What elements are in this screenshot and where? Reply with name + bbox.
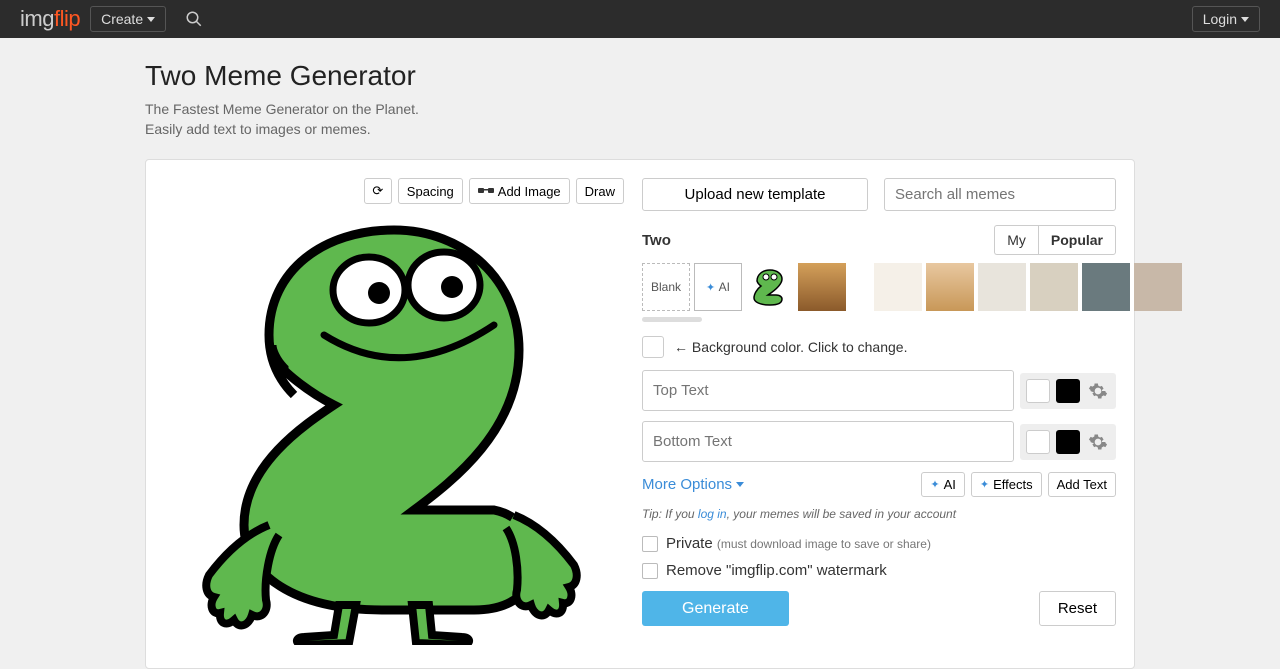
- draw-button[interactable]: Draw: [576, 178, 624, 204]
- scrollbar-thumb[interactable]: [642, 317, 702, 322]
- template-thumb[interactable]: [978, 263, 1026, 311]
- create-menu[interactable]: Create: [90, 6, 166, 32]
- generator-panel: ⟳ Spacing Add Image Draw: [145, 159, 1135, 669]
- template-thumb[interactable]: [1082, 263, 1130, 311]
- private-checkbox[interactable]: [642, 536, 658, 552]
- gear-icon[interactable]: [1086, 430, 1110, 454]
- effects-button[interactable]: ✦Effects: [971, 472, 1042, 497]
- text-color-white[interactable]: [1026, 430, 1050, 454]
- meme-canvas[interactable]: [164, 210, 624, 650]
- chevron-down-icon: [736, 482, 744, 487]
- outline-color-black[interactable]: [1056, 379, 1080, 403]
- current-template-name: Two: [642, 232, 671, 249]
- search-memes-input[interactable]: [884, 178, 1116, 211]
- tab-popular[interactable]: Popular: [1038, 225, 1116, 255]
- search-icon[interactable]: [184, 9, 204, 29]
- bgcolor-swatch[interactable]: [642, 336, 664, 358]
- chevron-down-icon: [147, 17, 155, 22]
- glasses-icon: [478, 186, 494, 196]
- gear-icon[interactable]: [1086, 379, 1110, 403]
- tab-my[interactable]: My: [994, 225, 1038, 255]
- template-thumb[interactable]: [874, 263, 922, 311]
- upload-template-button[interactable]: Upload new template: [642, 178, 868, 211]
- login-tip: Tip: If you log in, your memes will be s…: [642, 507, 1116, 521]
- private-label: Private (must download image to save or …: [666, 535, 931, 552]
- text-color-white[interactable]: [1026, 379, 1050, 403]
- rotate-button[interactable]: ⟳: [364, 178, 392, 204]
- template-blank[interactable]: Blank: [642, 263, 690, 311]
- chevron-down-icon: [1241, 17, 1249, 22]
- page-subtitle: The Fastest Meme Generator on the Planet…: [145, 100, 445, 139]
- login-link[interactable]: log in: [698, 507, 727, 521]
- template-strip: Blank ✦ AI: [642, 263, 1116, 311]
- logo[interactable]: imgflip: [20, 6, 80, 32]
- template-thumb[interactable]: [1134, 263, 1182, 311]
- ai-button[interactable]: ✦AI: [921, 472, 965, 497]
- bottom-text-input[interactable]: [642, 421, 1014, 462]
- template-thumb[interactable]: [926, 263, 974, 311]
- top-nav: imgflip Create Login: [0, 0, 1280, 38]
- bgcolor-hint: ← Background color. Click to change.: [674, 339, 907, 355]
- two-character-image: [184, 215, 604, 645]
- generate-button[interactable]: Generate: [642, 591, 789, 626]
- add-text-button[interactable]: Add Text: [1048, 472, 1116, 497]
- login-menu[interactable]: Login: [1192, 6, 1260, 32]
- reset-button[interactable]: Reset: [1039, 591, 1116, 626]
- add-image-button[interactable]: Add Image: [469, 178, 570, 204]
- template-thumb[interactable]: [1030, 263, 1078, 311]
- top-text-input[interactable]: [642, 370, 1014, 411]
- template-thumb[interactable]: [746, 263, 794, 311]
- watermark-checkbox[interactable]: [642, 563, 658, 579]
- template-thumb[interactable]: [798, 263, 846, 311]
- more-options-toggle[interactable]: More Options: [642, 476, 744, 493]
- page-title: Two Meme Generator: [145, 60, 1135, 92]
- outline-color-black[interactable]: [1056, 430, 1080, 454]
- watermark-label: Remove "imgflip.com" watermark: [666, 562, 887, 579]
- spacing-button[interactable]: Spacing: [398, 178, 463, 204]
- template-ai[interactable]: ✦ AI: [694, 263, 742, 311]
